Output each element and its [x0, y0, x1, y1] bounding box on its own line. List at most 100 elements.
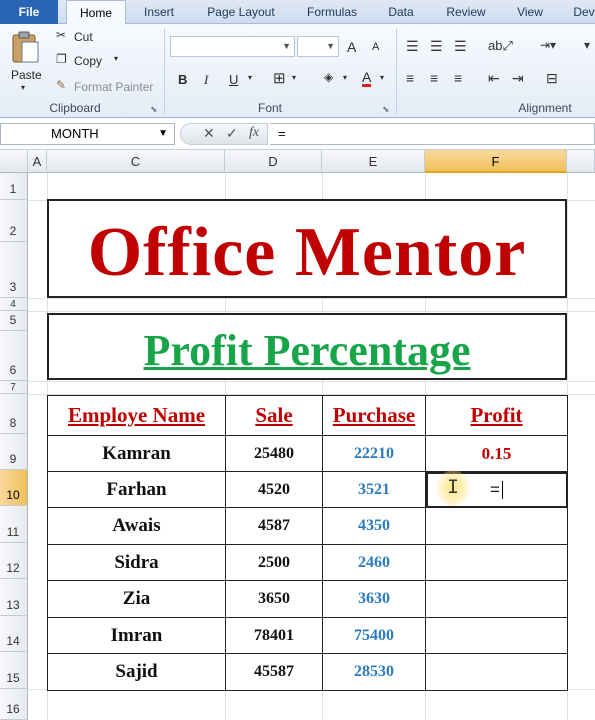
format-painter-button[interactable]: ✎ Format Painter	[54, 78, 164, 96]
decrease-indent-icon[interactable]: ⇤	[488, 70, 500, 87]
align-bottom-icon[interactable]: ☰	[454, 38, 467, 55]
cell-name[interactable]: Zia	[47, 580, 226, 618]
row-header-15[interactable]: 15	[0, 652, 28, 689]
font-launcher-icon[interactable]: ⬊	[382, 104, 390, 115]
formula-input[interactable]: =	[270, 123, 595, 145]
cell-sale[interactable]: 4520	[225, 471, 323, 508]
row-header-13[interactable]: 13	[0, 579, 28, 616]
row-header-1[interactable]: 1	[0, 173, 28, 200]
tab-data[interactable]: Data	[378, 0, 424, 24]
align-left-icon[interactable]: ≡	[406, 70, 414, 86]
cut-button[interactable]: ✂ Cut	[54, 28, 154, 46]
wrap-text-icon[interactable]: ⇥▾	[540, 38, 556, 52]
cancel-icon[interactable]: ✕	[203, 125, 215, 142]
cell-profit[interactable]	[425, 653, 568, 691]
column-header-e[interactable]: E	[322, 150, 425, 173]
column-header-d[interactable]: D	[225, 150, 322, 173]
tab-review[interactable]: Review	[436, 0, 496, 24]
cell-purchase[interactable]: 75400	[322, 617, 426, 654]
row-header-3[interactable]: 3	[0, 242, 28, 298]
row-header-8[interactable]: 8	[0, 394, 28, 434]
tab-insert[interactable]: Insert	[133, 0, 185, 24]
underline-button[interactable]: U	[229, 72, 238, 87]
cell-sale[interactable]: 45587	[225, 653, 323, 691]
row-header-6[interactable]: 6	[0, 331, 28, 381]
tab-page-layout[interactable]: Page Layout	[196, 0, 286, 24]
column-header-a[interactable]: A	[28, 150, 47, 173]
header-employee-name[interactable]: Employe Name	[47, 395, 226, 436]
tab-file[interactable]: File	[0, 0, 58, 24]
align-right-icon[interactable]: ≡	[454, 70, 462, 86]
align-top-icon[interactable]: ☰	[406, 38, 419, 55]
row-header-7[interactable]: 7	[0, 381, 28, 394]
column-header-f[interactable]: F	[425, 150, 567, 173]
cell-profit[interactable]	[425, 580, 568, 618]
cell-profit[interactable]	[425, 507, 568, 545]
font-color-button[interactable]: A	[362, 70, 372, 87]
clipboard-launcher-icon[interactable]: ⬊	[150, 104, 158, 115]
header-purchase[interactable]: Purchase	[322, 395, 426, 436]
select-all-corner[interactable]	[0, 150, 28, 173]
chevron-down-icon[interactable]: ▾	[292, 73, 296, 82]
cell-purchase[interactable]: 22210	[322, 435, 426, 472]
row-header-10[interactable]: 10	[0, 470, 28, 506]
paste-button[interactable]: Paste ▾	[6, 28, 44, 94]
cell-sale[interactable]: 78401	[225, 617, 323, 654]
row-header-2[interactable]: 2	[0, 200, 28, 242]
row-header-16[interactable]: 16	[0, 689, 28, 720]
title-cell[interactable]: Office Mentor	[47, 199, 567, 298]
column-header-c[interactable]: C	[47, 150, 225, 173]
italic-button[interactable]: I	[204, 72, 208, 88]
row-header-4[interactable]: 4	[0, 298, 28, 311]
tab-developer[interactable]: Dev	[564, 0, 595, 24]
insert-function-button[interactable]: fx	[249, 125, 259, 141]
align-center-icon[interactable]: ≡	[430, 70, 438, 86]
cell-purchase[interactable]: 28530	[322, 653, 426, 691]
cell-name[interactable]: Farhan	[47, 471, 226, 508]
tab-view[interactable]: View	[506, 0, 554, 24]
cell-sale[interactable]: 25480	[225, 435, 323, 472]
increase-indent-icon[interactable]: ⇥	[512, 70, 524, 87]
row-header-9[interactable]: 9	[0, 434, 28, 470]
cell-name[interactable]: Sajid	[47, 653, 226, 691]
cell-sale[interactable]: 3650	[225, 580, 323, 618]
chevron-down-icon[interactable]: ▾	[343, 73, 347, 82]
bold-button[interactable]: B	[178, 72, 187, 87]
align-middle-icon[interactable]: ☰	[430, 38, 443, 55]
orientation-icon[interactable]: ab⤢	[488, 38, 513, 54]
font-name-combo[interactable]: ▼	[170, 36, 295, 57]
merge-center-icon[interactable]: ⊟	[546, 70, 558, 87]
shrink-font-button[interactable]: A	[372, 41, 379, 53]
borders-icon[interactable]: ⊞	[273, 69, 286, 87]
cell-purchase[interactable]: 3521	[322, 471, 426, 508]
copy-button[interactable]: ❐ Copy ▾	[54, 52, 154, 70]
chevron-down-icon[interactable]: ▾	[380, 73, 384, 82]
cell-purchase[interactable]: 2460	[322, 544, 426, 581]
grow-font-button[interactable]: A	[347, 39, 356, 55]
cell-purchase[interactable]: 3630	[322, 580, 426, 618]
cell-name[interactable]: Awais	[47, 507, 226, 545]
cell-name[interactable]: Imran	[47, 617, 226, 654]
row-header-5[interactable]: 5	[0, 311, 28, 331]
chevron-down-icon[interactable]: ▼	[158, 124, 168, 144]
font-size-combo[interactable]: ▼	[297, 36, 339, 57]
cell-name[interactable]: Sidra	[47, 544, 226, 581]
subtitle-cell[interactable]: Profit Percentage	[47, 313, 567, 380]
cell-profit[interactable]: 0.15	[425, 435, 568, 472]
cell-name[interactable]: Kamran	[47, 435, 226, 472]
column-header-g[interactable]	[567, 150, 595, 173]
cell-profit[interactable]	[425, 617, 568, 654]
tab-home[interactable]: Home	[66, 0, 126, 25]
cell-purchase[interactable]: 4350	[322, 507, 426, 545]
cell-profit[interactable]	[425, 544, 568, 581]
chevron-down-icon[interactable]: ▾	[248, 73, 252, 82]
fill-color-icon[interactable]: ◈	[324, 70, 333, 84]
enter-icon[interactable]: ✓	[226, 125, 238, 142]
tab-formulas[interactable]: Formulas	[298, 0, 366, 24]
header-profit[interactable]: Profit	[425, 395, 568, 436]
name-box[interactable]: MONTH ▼	[0, 123, 175, 145]
more-icon[interactable]: ▾	[584, 38, 590, 52]
header-sale[interactable]: Sale	[225, 395, 323, 436]
row-header-14[interactable]: 14	[0, 616, 28, 652]
cell-sale[interactable]: 2500	[225, 544, 323, 581]
